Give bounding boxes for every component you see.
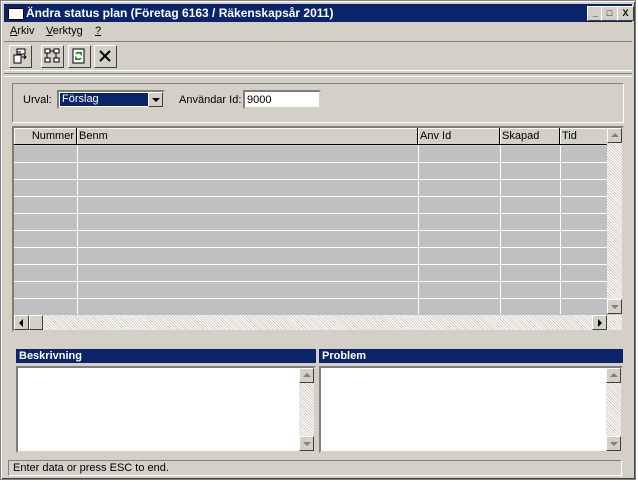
user-id-label: Användar Id: (179, 94, 242, 106)
export-icon (13, 48, 27, 64)
delete-x-icon (99, 50, 111, 62)
grid-column-line (500, 146, 561, 314)
menu-verktyg-accel: V (46, 25, 53, 37)
scroll-up-icon[interactable] (299, 368, 314, 383)
main-window: Ändra status plan (Företag 6163 / Räkens… (0, 0, 636, 480)
toolbar (4, 41, 632, 71)
problem-pane-title: Problem (319, 349, 623, 363)
menu-verktyg-label: erktyg (52, 25, 83, 37)
window-title: Ändra status plan (Företag 6163 / Räkens… (26, 6, 334, 20)
urval-value: Förslag (59, 92, 151, 107)
description-pane-title: Beskrivning (16, 349, 316, 363)
problem-textarea[interactable] (319, 366, 623, 453)
menu-help-accel: ? (95, 25, 102, 37)
column-header-benm[interactable]: Benm (77, 128, 418, 145)
column-header-skapad[interactable]: Skapad (500, 128, 560, 145)
export-button[interactable] (9, 45, 32, 68)
scroll-down-icon[interactable] (299, 436, 314, 451)
status-bar: Enter data or press ESC to end. (8, 460, 622, 476)
separator (4, 73, 632, 77)
grid-vertical-scrollbar[interactable] (607, 128, 622, 314)
scroll-up-icon[interactable] (606, 368, 621, 383)
menu-arkiv[interactable]: Arkiv (10, 25, 34, 37)
scroll-down-icon[interactable] (607, 299, 622, 314)
title-bar[interactable]: Ändra status plan (Företag 6163 / Räkens… (4, 4, 634, 22)
grid-horizontal-scrollbar[interactable] (14, 315, 622, 330)
data-grid[interactable]: Nummer Benm Anv Id Skapad Tid (12, 126, 624, 332)
grid-column-line (418, 146, 501, 314)
menu-help[interactable]: ? (95, 25, 101, 37)
grid-body[interactable] (14, 146, 612, 316)
menu-arkiv-label: rkiv (17, 25, 35, 37)
menu-bar: Arkiv Verktyg ? (4, 23, 632, 39)
scroll-right-icon[interactable] (592, 315, 607, 330)
scroll-down-icon[interactable] (606, 436, 621, 451)
problem-scrollbar[interactable] (606, 368, 621, 451)
column-header-nummer[interactable]: Nummer (14, 128, 77, 145)
grid-column-line (14, 146, 78, 314)
grid-header: Nummer Benm Anv Id Skapad Tid (14, 128, 612, 146)
filter-panel: Urval: Förslag Användar Id: 9000 (12, 83, 624, 123)
scroll-up-icon[interactable] (607, 128, 622, 143)
scroll-thumb[interactable] (29, 315, 43, 330)
structure-button[interactable] (41, 45, 64, 68)
user-id-input[interactable]: 9000 (243, 90, 321, 109)
window-icon (8, 8, 24, 20)
scroll-left-icon[interactable] (14, 315, 29, 330)
tree-structure-icon (44, 48, 60, 63)
urval-label: Urval: (23, 94, 52, 106)
refresh-icon (72, 48, 85, 64)
urval-select[interactable]: Förslag (57, 90, 165, 109)
menu-verktyg[interactable]: Verktyg (46, 25, 83, 37)
close-button[interactable]: X (617, 6, 634, 21)
maximize-button[interactable]: □ (601, 6, 618, 21)
delete-button[interactable] (94, 45, 117, 68)
column-header-anv-id[interactable]: Anv Id (418, 128, 500, 145)
refresh-button[interactable] (68, 45, 91, 68)
chevron-down-icon[interactable] (148, 92, 163, 107)
column-header-tid[interactable]: Tid (560, 128, 612, 145)
description-scrollbar[interactable] (299, 368, 314, 451)
grid-column-line (77, 146, 419, 314)
description-textarea[interactable] (16, 366, 316, 453)
